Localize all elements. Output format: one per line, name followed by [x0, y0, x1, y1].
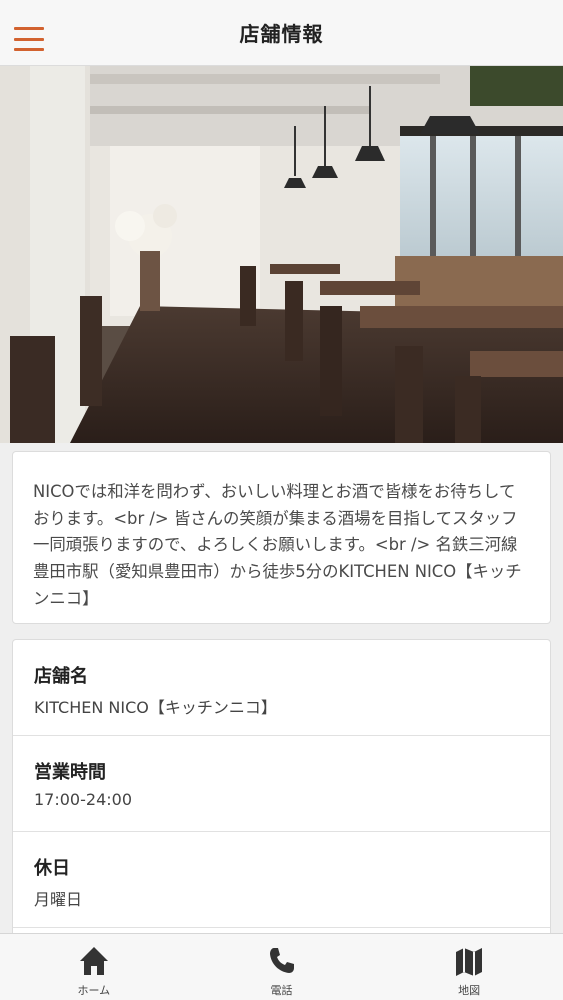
- tab-map-label: 地図: [458, 984, 481, 997]
- bottom-tab-bar: ホーム 電話 地図: [0, 933, 563, 1000]
- business-hours-value: 17:00-24:00: [34, 790, 132, 809]
- home-icon: [79, 947, 108, 975]
- store-name-value: KITCHEN NICO【キッチンニコ】: [34, 698, 277, 717]
- hero-image: [0, 66, 563, 443]
- tab-home[interactable]: ホーム: [0, 934, 188, 1000]
- tab-phone[interactable]: 電話: [188, 934, 376, 1000]
- hamburger-menu-icon[interactable]: [14, 27, 44, 51]
- holiday-value: 月曜日: [34, 890, 83, 909]
- page-title: 店舗情報: [239, 22, 324, 46]
- tab-home-label: ホーム: [77, 984, 111, 997]
- store-name-label: 店舗名: [34, 666, 88, 687]
- map-icon: [456, 948, 483, 976]
- info-row-business-hours: 営業時間 17:00-24:00: [13, 736, 550, 832]
- description-text: NICOでは和洋を問わず、おいしい料理とお酒で皆様をお待ちしております。<br …: [33, 482, 522, 608]
- info-row-holiday: 休日 月曜日: [13, 832, 550, 928]
- store-info-card: 店舗名 KITCHEN NICO【キッチンニコ】 営業時間 17:00-24:0…: [12, 639, 551, 939]
- tab-phone-label: 電話: [270, 984, 293, 997]
- info-row-store-name: 店舗名 KITCHEN NICO【キッチンニコ】: [13, 640, 550, 736]
- business-hours-label: 営業時間: [34, 762, 106, 783]
- header: 店舗情報: [0, 0, 563, 66]
- holiday-label: 休日: [34, 858, 70, 879]
- phone-icon: [269, 948, 294, 973]
- tab-map[interactable]: 地図: [375, 934, 563, 1000]
- description-card: NICOでは和洋を問わず、おいしい料理とお酒で皆様をお待ちしております。<br …: [12, 451, 551, 624]
